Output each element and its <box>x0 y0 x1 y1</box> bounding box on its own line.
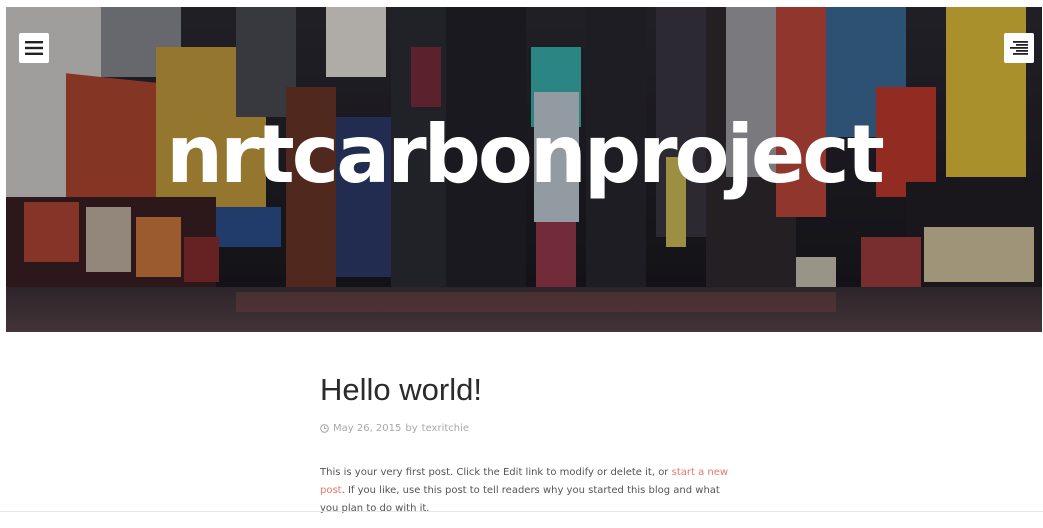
post-body-text-end: . If you like, use this post to tell rea… <box>320 485 720 514</box>
post-content: Hello world! May 26, 2015 by texritchie … <box>320 370 740 528</box>
post-body: This is your very first post. Click the … <box>320 464 740 518</box>
post-by-label: by <box>405 423 418 434</box>
post-body-text: This is your very first post. Click the … <box>320 467 672 478</box>
post-meta: May 26, 2015 by texritchie <box>320 423 740 434</box>
header-banner: nrtcarbonproject <box>6 7 1042 332</box>
sidebar-toggle-button[interactable] <box>1004 33 1034 63</box>
hamburger-menu-icon <box>25 41 43 55</box>
post-date[interactable]: May 26, 2015 <box>333 423 401 434</box>
clock-icon <box>320 424 329 433</box>
menu-button[interactable] <box>19 33 49 63</box>
align-right-lines-icon <box>1010 41 1028 55</box>
site-title[interactable]: nrtcarbonproject <box>6 115 1042 195</box>
post-author[interactable]: texritchie <box>422 423 469 434</box>
post-title[interactable]: Hello world! <box>320 370 740 410</box>
divider <box>0 511 1043 512</box>
